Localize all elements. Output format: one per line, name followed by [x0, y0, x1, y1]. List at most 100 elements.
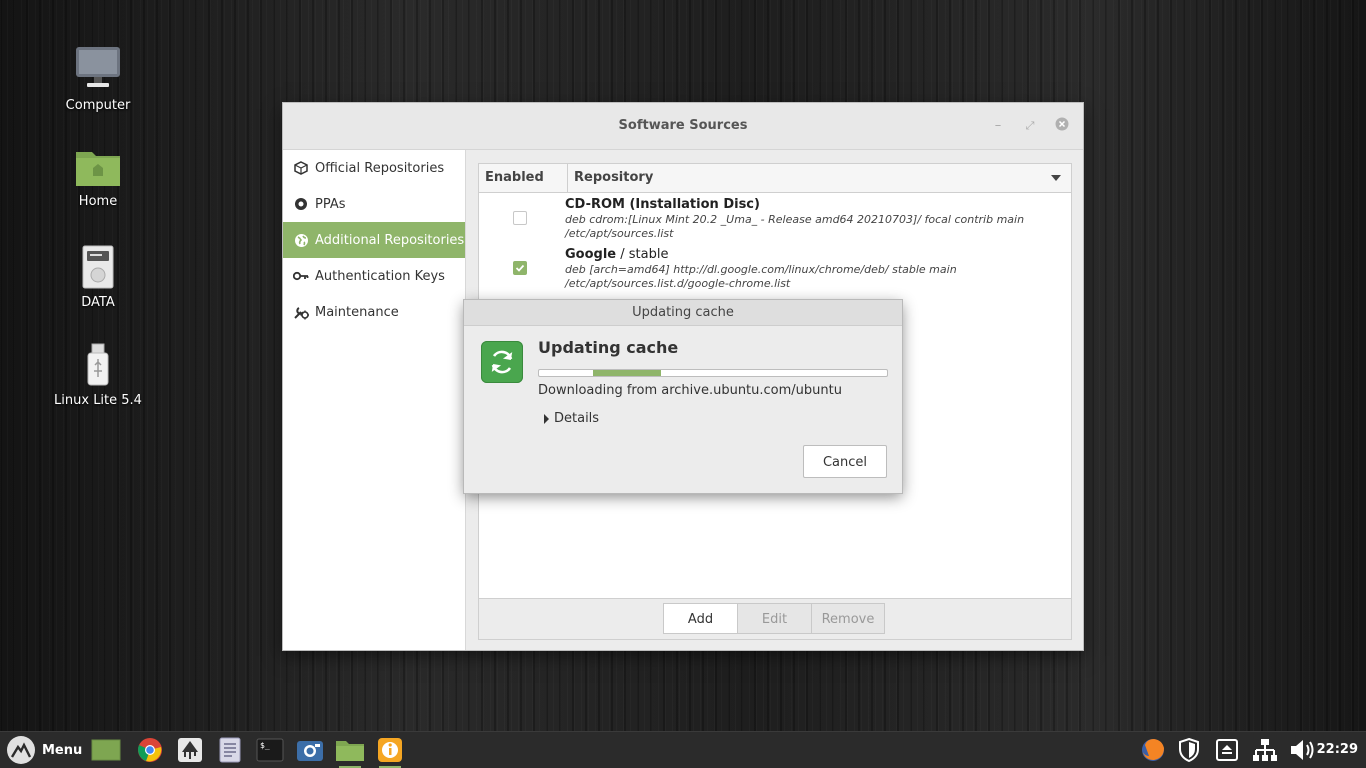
window-title: Software Sources — [618, 118, 748, 133]
column-header-label: Repository — [574, 170, 654, 185]
details-label: Details — [554, 411, 600, 426]
launcher-screenshot[interactable] — [295, 735, 325, 765]
progress-bar — [538, 369, 888, 377]
terminal-icon: $_ — [256, 738, 284, 762]
volume-icon — [1291, 740, 1314, 760]
menu-label: Menu — [42, 742, 83, 758]
close-button[interactable] — [1053, 117, 1071, 135]
sidebar-item-additional-repositories[interactable]: Additional Repositories — [283, 222, 465, 258]
sort-arrow-icon — [1051, 175, 1061, 181]
close-icon — [1055, 117, 1069, 131]
remove-button[interactable]: Remove — [811, 603, 885, 634]
enabled-checkbox[interactable] — [513, 211, 527, 225]
tray-removable-media[interactable] — [1212, 735, 1242, 765]
table-row[interactable]: Google / stable deb [arch=amd64] http://… — [479, 243, 1071, 293]
enabled-checkbox[interactable] — [513, 261, 527, 275]
launcher-text-editor[interactable] — [215, 735, 245, 765]
progress-fill — [593, 370, 661, 376]
sidebar-item-label: Additional Repositories — [315, 232, 465, 248]
table-header: Enabled Repository — [479, 164, 1071, 193]
desktop-icon-label: Linux Lite 5.4 — [54, 393, 142, 408]
title-bar[interactable]: Software Sources – ⤢ — [283, 103, 1083, 150]
sidebar-item-label: Authentication Keys — [315, 268, 445, 284]
launcher-show-desktop[interactable] — [91, 735, 121, 765]
updating-cache-dialog: Updating cache Updating cache Downloadin… — [464, 300, 902, 493]
desktop-icon-label: Computer — [65, 98, 131, 113]
usb-drive-icon — [87, 343, 109, 387]
folder-icon — [336, 741, 364, 761]
launcher-software-sources[interactable] — [375, 735, 405, 768]
launcher-inkscape[interactable] — [175, 735, 205, 765]
computer-icon — [74, 44, 122, 92]
sidebar-item-authentication-keys[interactable]: Authentication Keys — [283, 258, 465, 294]
refresh-icon — [481, 341, 523, 383]
desktop-icon-usb[interactable]: Linux Lite 5.4 — [48, 343, 148, 408]
expander-arrow-icon — [544, 413, 549, 424]
taskbar: Menu $_ 22:29 — [0, 731, 1366, 768]
repository-file: /etc/apt/sources.list — [565, 227, 674, 240]
dialog-title[interactable]: Updating cache — [464, 300, 902, 326]
repository-name-wrap: CD-ROM (Installation Disc) — [565, 197, 760, 212]
table-row[interactable]: CD-ROM (Installation Disc) deb cdrom:[Li… — [479, 193, 1071, 243]
home-folder-icon — [74, 146, 122, 188]
eject-icon — [1216, 739, 1238, 761]
edit-button[interactable]: Edit — [737, 603, 812, 634]
repository-name: CD-ROM (Installation Disc) — [565, 197, 760, 212]
desktop-icon-label: DATA — [81, 295, 115, 310]
sidebar: Official Repositories PPAs Additional Re… — [283, 150, 466, 650]
maximize-button[interactable]: ⤢ — [1021, 117, 1039, 135]
firefox-icon — [1142, 739, 1164, 761]
status-text: Downloading from archive.ubuntu.com/ubun… — [538, 383, 842, 398]
repository-name-wrap: Google / stable — [565, 247, 668, 262]
drive-icon — [82, 245, 114, 289]
inkscape-icon — [178, 738, 202, 762]
mint-menu-icon — [7, 736, 35, 764]
details-expander[interactable]: Details — [544, 411, 599, 426]
dialog-heading: Updating cache — [538, 338, 679, 357]
column-header-enabled[interactable]: Enabled — [479, 164, 568, 192]
sidebar-item-label: PPAs — [315, 196, 346, 212]
tray-shield[interactable] — [1174, 735, 1204, 765]
chrome-icon — [138, 738, 162, 762]
tray-network[interactable] — [1250, 735, 1280, 765]
sidebar-item-official-repositories[interactable]: Official Repositories — [283, 150, 465, 186]
tray-firefox[interactable] — [1138, 735, 1168, 765]
software-sources-icon — [378, 738, 402, 762]
desktop-icon-computer[interactable]: Computer — [48, 44, 148, 113]
cancel-button[interactable]: Cancel — [803, 445, 887, 478]
sidebar-item-maintenance[interactable]: Maintenance — [283, 294, 465, 330]
shield-icon — [1179, 737, 1199, 763]
repository-line: deb [arch=amd64] http://dl.google.com/li… — [565, 263, 957, 276]
launcher-files[interactable] — [335, 735, 365, 768]
sidebar-item-label: Maintenance — [315, 304, 399, 320]
package-icon — [293, 160, 309, 176]
ppa-icon — [293, 196, 309, 212]
repository-suffix: / stable — [616, 247, 669, 262]
desktop-icon-data[interactable]: DATA — [48, 245, 148, 310]
svg-text:$_: $_ — [260, 741, 270, 750]
desktop-icon-home[interactable]: Home — [48, 146, 148, 209]
text-editor-icon — [219, 737, 241, 763]
add-button[interactable]: Add — [663, 603, 738, 634]
clock[interactable]: 22:29 — [1317, 732, 1358, 768]
globe-icon — [293, 232, 309, 248]
maintenance-icon — [293, 304, 309, 320]
key-icon — [293, 268, 309, 284]
tray-volume[interactable] — [1288, 735, 1318, 765]
show-desktop-icon — [91, 739, 121, 761]
launcher-chrome[interactable] — [135, 735, 165, 765]
menu-button[interactable]: Menu — [6, 735, 82, 765]
checkmark-icon — [515, 264, 525, 272]
repository-name: Google — [565, 247, 617, 262]
repository-file: /etc/apt/sources.list.d/google-chrome.li… — [565, 277, 791, 290]
desktop-icon-label: Home — [78, 194, 118, 209]
minimize-button[interactable]: – — [989, 117, 1007, 135]
sidebar-item-ppas[interactable]: PPAs — [283, 186, 465, 222]
launcher-terminal[interactable]: $_ — [255, 735, 285, 765]
network-icon — [1253, 739, 1277, 761]
sidebar-item-label: Official Repositories — [315, 160, 445, 176]
repository-line: deb cdrom:[Linux Mint 20.2 _Uma_ - Relea… — [565, 213, 1025, 226]
table-toolbar: Add Edit Remove — [479, 598, 1071, 639]
camera-icon — [297, 741, 323, 761]
column-header-repository[interactable]: Repository — [568, 164, 1071, 192]
